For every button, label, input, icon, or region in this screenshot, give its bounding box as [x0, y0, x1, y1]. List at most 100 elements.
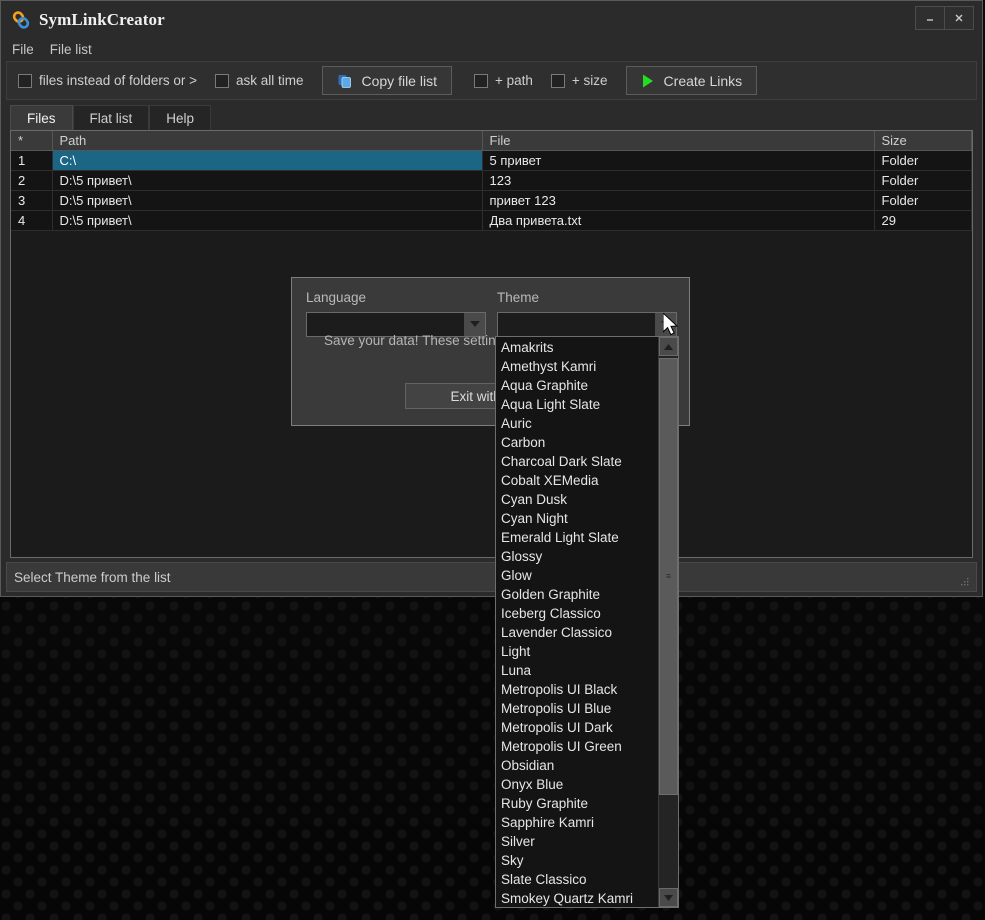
- column-header-path[interactable]: Path: [52, 131, 483, 151]
- theme-dropdown-item[interactable]: Aqua Graphite: [496, 376, 658, 395]
- scrollbar-thumb[interactable]: ≡: [659, 358, 678, 795]
- theme-dropdown-item[interactable]: Glossy: [496, 547, 658, 566]
- table-row[interactable]: 3 D:\5 привет\ привет 123 Folder: [11, 190, 972, 211]
- status-bar: Select Theme from the list: [6, 562, 977, 592]
- theme-dropdown-item[interactable]: Metropolis UI Green: [496, 737, 658, 756]
- table-row[interactable]: 1 C:\ 5 привет Folder: [11, 150, 972, 171]
- mouse-pointer-icon: [662, 311, 681, 344]
- checkbox-label: files instead of folders or >: [39, 73, 197, 88]
- row-file: 5 привет: [482, 150, 875, 171]
- row-file: привет 123: [482, 190, 875, 211]
- theme-dropdown-item[interactable]: Sky: [496, 851, 658, 870]
- minimize-button[interactable]: [915, 6, 945, 30]
- theme-dropdown-item[interactable]: Onyx Blue: [496, 775, 658, 794]
- theme-dropdown-item[interactable]: Cobalt XEMedia: [496, 471, 658, 490]
- dropdown-scrollbar[interactable]: ≡: [658, 337, 678, 907]
- theme-dropdown-item[interactable]: Slate Classico: [496, 870, 658, 889]
- tab-files[interactable]: Files: [10, 105, 73, 130]
- theme-combobox[interactable]: [497, 312, 677, 337]
- tab-strip: Files Flat list Help: [10, 104, 982, 130]
- row-size: Folder: [874, 190, 972, 211]
- close-button[interactable]: [944, 6, 974, 30]
- table-row[interactable]: 4 D:\5 привет\ Два привета.txt 29: [11, 210, 972, 231]
- triangle-down-icon[interactable]: [659, 888, 678, 907]
- theme-dropdown-item[interactable]: Silver: [496, 832, 658, 851]
- create-links-button[interactable]: Create Links: [625, 66, 758, 95]
- row-index: 4: [11, 210, 53, 231]
- row-size: 29: [874, 210, 972, 231]
- checkbox-box: [473, 73, 488, 88]
- title-bar: SymLinkCreator: [1, 1, 982, 38]
- status-bar-text: Select Theme from the list: [14, 569, 171, 585]
- menu-item-file-list[interactable]: File list: [48, 41, 99, 59]
- checkbox-box: [214, 73, 229, 88]
- checkbox-label: + size: [571, 73, 608, 88]
- row-path: C:\: [52, 150, 483, 171]
- theme-dropdown-item[interactable]: Luna: [496, 661, 658, 680]
- theme-dropdown-item[interactable]: Iceberg Classico: [496, 604, 658, 623]
- file-list-table: * Path File Size 1 C:\ 5 привет Folder 2…: [11, 131, 972, 231]
- menu-item-file[interactable]: File: [10, 41, 41, 59]
- row-size: Folder: [874, 150, 972, 171]
- copy-icon: [337, 73, 353, 89]
- theme-dropdown-item[interactable]: Lavender Classico: [496, 623, 658, 642]
- window-controls: [915, 6, 974, 30]
- theme-dropdown-list[interactable]: Amakrits Amethyst Kamri Aqua Graphite Aqua …: [495, 336, 679, 908]
- theme-dropdown-item[interactable]: Amethyst Kamri: [496, 357, 658, 376]
- theme-dropdown-item[interactable]: Cyan Night: [496, 509, 658, 528]
- tab-help[interactable]: Help: [149, 105, 212, 130]
- theme-dropdown-item[interactable]: Aqua Light Slate: [496, 395, 658, 414]
- checkbox-add-path[interactable]: + path: [473, 73, 533, 88]
- row-index: 1: [11, 150, 53, 171]
- dialog-note-text: Save your data! These settings: [324, 333, 510, 348]
- copy-file-list-label: Copy file list: [361, 72, 437, 89]
- column-header-file[interactable]: File: [482, 131, 875, 151]
- theme-dropdown-item[interactable]: Golden Graphite: [496, 585, 658, 604]
- theme-dropdown-item[interactable]: Cyan Dusk: [496, 490, 658, 509]
- checkbox-label: ask all time: [235, 73, 304, 88]
- play-triangle-icon: [641, 73, 655, 89]
- resize-grip[interactable]: [958, 575, 970, 587]
- theme-dropdown-item[interactable]: Ruby Graphite: [496, 794, 658, 813]
- row-index: 3: [11, 190, 53, 211]
- theme-dropdown-item[interactable]: Glow: [496, 566, 658, 585]
- theme-dropdown-item[interactable]: Metropolis UI Dark: [496, 718, 658, 737]
- theme-dropdown-item[interactable]: Light: [496, 642, 658, 661]
- checkbox-box: [550, 73, 565, 88]
- row-path: D:\5 привет\: [52, 210, 483, 231]
- theme-dropdown-item[interactable]: Emerald Light Slate: [496, 528, 658, 547]
- tab-flat-list[interactable]: Flat list: [72, 105, 150, 130]
- row-file: 123: [482, 170, 875, 191]
- table-row[interactable]: 2 D:\5 привет\ 123 Folder: [11, 170, 972, 191]
- copy-file-list-button[interactable]: Copy file list: [321, 66, 452, 95]
- checkbox-add-size[interactable]: + size: [550, 73, 608, 88]
- checkbox-box: [18, 73, 32, 88]
- column-header-index[interactable]: *: [11, 131, 53, 151]
- app-title: SymLinkCreator: [39, 9, 165, 29]
- theme-dropdown-item[interactable]: Smokey Quartz Kamri: [496, 889, 658, 907]
- theme-dropdown-item[interactable]: Amakrits: [496, 338, 658, 357]
- row-size: Folder: [874, 170, 972, 191]
- theme-label: Theme: [497, 290, 540, 305]
- row-index: 2: [11, 170, 53, 191]
- checkbox-label: + path: [494, 73, 533, 88]
- theme-dropdown-item[interactable]: Auric: [496, 414, 658, 433]
- checkbox-ask-all-time[interactable]: ask all time: [214, 73, 304, 88]
- toolbar: files instead of folders or > ask all ti…: [6, 61, 977, 100]
- checkbox-files-instead-of-folders[interactable]: files instead of folders or >: [18, 73, 197, 88]
- theme-dropdown-item[interactable]: Sapphire Kamri: [496, 813, 658, 832]
- theme-dropdown-item[interactable]: Metropolis UI Black: [496, 680, 658, 699]
- column-header-size[interactable]: Size: [874, 131, 972, 151]
- table-header-row: * Path File Size: [11, 131, 972, 151]
- theme-dropdown-item[interactable]: Metropolis UI Blue: [496, 699, 658, 718]
- scrollbar-grip-icon: ≡: [665, 571, 672, 581]
- theme-dropdown-item[interactable]: Obsidian: [496, 756, 658, 775]
- theme-dropdown-item[interactable]: Charcoal Dark Slate: [496, 452, 658, 471]
- menu-bar: File File list: [1, 38, 982, 61]
- chain-link-icon: [10, 9, 32, 31]
- create-links-label: Create Links: [663, 72, 743, 89]
- scrollbar-track[interactable]: ≡: [659, 356, 678, 888]
- theme-dropdown-item[interactable]: Carbon: [496, 433, 658, 452]
- row-file: Два привета.txt: [482, 210, 875, 231]
- row-path: D:\5 привет\: [52, 190, 483, 211]
